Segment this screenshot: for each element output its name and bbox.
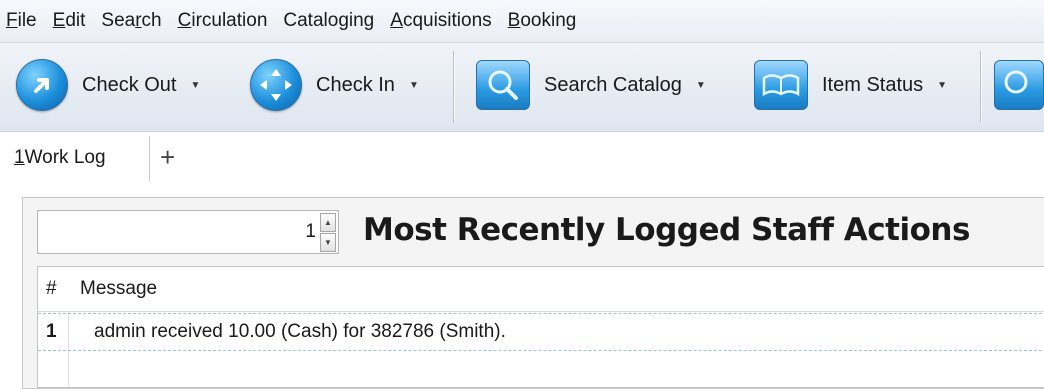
- menu-cataloging[interactable]: Cataloging: [276, 10, 381, 32]
- search-button-partial[interactable]: [994, 57, 1044, 113]
- menu-acquisitions[interactable]: Acquisitions: [383, 10, 498, 32]
- menu-search[interactable]: Search: [94, 10, 168, 32]
- arrow-circle-icon: [16, 59, 68, 111]
- search-catalog-button[interactable]: Search Catalog ▼: [476, 57, 706, 113]
- toolbar: Check Out ▼ Check In ▼ Search Catalog ▼: [0, 43, 1044, 132]
- menu-circulation[interactable]: Circulation: [171, 10, 275, 32]
- toolbar-separator: [980, 51, 981, 123]
- item-status-button[interactable]: Item Status ▼: [754, 57, 947, 113]
- spin-down-icon[interactable]: ▼: [320, 233, 336, 252]
- toolbar-separator: [453, 51, 454, 123]
- chevron-down-icon[interactable]: ▼: [409, 80, 419, 91]
- chevron-down-icon[interactable]: ▼: [937, 80, 947, 91]
- row-message: admin received 10.00 (Cash) for 382786 (…: [94, 321, 506, 342]
- menu-edit[interactable]: Edit: [46, 10, 93, 32]
- row-number: 1: [46, 321, 57, 342]
- check-out-button[interactable]: Check Out ▼: [16, 57, 200, 113]
- work-log-table: # Message 1 admin received 10.00 (Cash) …: [37, 266, 1044, 388]
- menu-bar: File Edit Search Circulation Cataloging …: [0, 0, 1044, 43]
- table-row[interactable]: 1 admin received 10.00 (Cash) for 382786…: [38, 313, 1044, 351]
- column-header-number[interactable]: #: [38, 278, 68, 300]
- search-catalog-label: Search Catalog: [544, 73, 682, 96]
- page-title: Most Recently Logged Staff Actions: [363, 212, 970, 248]
- column-header-message[interactable]: Message: [68, 278, 157, 300]
- chevron-down-icon[interactable]: ▼: [696, 80, 706, 91]
- tab-bar: 1 Work Log +: [0, 132, 1044, 182]
- check-in-button[interactable]: Check In ▼: [250, 57, 419, 113]
- work-log-panel: 1 ▲ ▼ Most Recently Logged Staff Actions…: [22, 197, 1044, 389]
- menu-file[interactable]: File: [0, 10, 44, 32]
- menu-booking[interactable]: Booking: [501, 10, 584, 32]
- check-in-label: Check In: [316, 73, 395, 96]
- count-value: 1: [305, 221, 316, 242]
- table-header: # Message: [38, 267, 1044, 312]
- count-stepper[interactable]: 1 ▲ ▼: [37, 210, 339, 254]
- chevron-down-icon[interactable]: ▼: [190, 80, 200, 91]
- tab-work-log[interactable]: 1 Work Log: [8, 136, 150, 182]
- item-status-label: Item Status: [822, 73, 924, 96]
- book-icon: [754, 60, 808, 110]
- arrows-in-icon: [250, 59, 302, 111]
- magnifier-icon: [476, 60, 530, 110]
- add-tab-icon[interactable]: +: [160, 144, 175, 170]
- magnifier-icon: [994, 60, 1044, 110]
- spin-up-icon[interactable]: ▲: [320, 213, 336, 232]
- check-out-label: Check Out: [82, 73, 177, 96]
